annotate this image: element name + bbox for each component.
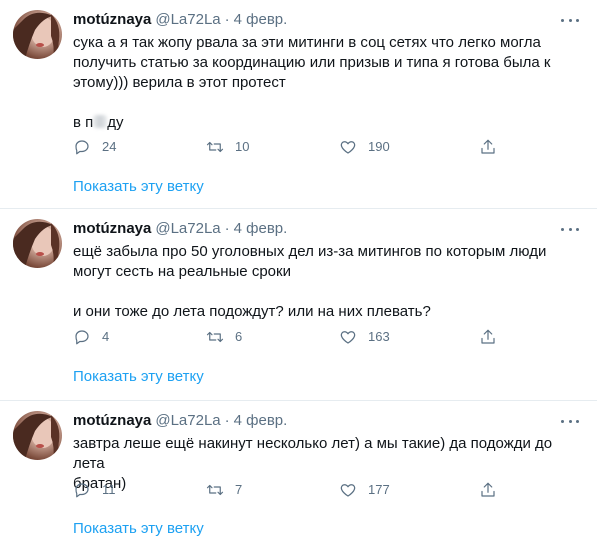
share-button[interactable] — [479, 327, 497, 347]
like-count: 190 — [368, 139, 390, 154]
share-button[interactable] — [479, 137, 497, 157]
show-thread-link[interactable]: Показать эту ветку — [73, 519, 204, 539]
show-thread-link[interactable]: Показать эту ветку — [73, 367, 204, 387]
tweet-header: motúznaya @La72La · 4 февр. — [73, 411, 287, 431]
tweet-text-line: могут сесть на реальные сроки — [73, 263, 291, 280]
retweet-count: 10 — [235, 139, 250, 154]
more-dots-icon[interactable] — [561, 221, 579, 237]
tweet[interactable]: motúznaya @La72La · 4 февр. завтра леше ещё… — [0, 401, 597, 544]
separator: · — [224, 412, 230, 429]
author-handle[interactable]: @La72La — [155, 220, 220, 237]
tweet-date[interactable]: 4 февр. — [234, 412, 288, 429]
share-icon — [481, 329, 495, 344]
tweet-header: motúznaya @La72La · 4 февр. — [73, 10, 287, 30]
tweet-text-line: получить статью за координацию или призы… — [73, 54, 551, 71]
avatar[interactable] — [13, 411, 62, 460]
tweet[interactable]: motúznaya @La72La · 4 февр. ещё забыла про … — [0, 209, 597, 401]
author-name[interactable]: motúznaya — [73, 412, 151, 429]
tweet-text: сука а я так жопу рвала за эти митинги в… — [73, 33, 573, 133]
like-button[interactable]: 163 — [339, 327, 390, 347]
avatar[interactable] — [13, 219, 62, 268]
show-thread-link[interactable]: Показать эту ветку — [73, 177, 204, 197]
heart-icon — [340, 141, 356, 154]
tweet[interactable]: motúznaya @La72La · 4 февр. сука а я так жо… — [0, 0, 597, 209]
tweet-text-line: ещё забыла про 50 уголовных дел из-за ми… — [73, 243, 547, 260]
tweet-text-line: сука а я так жопу рвала за эти митинги в… — [73, 34, 541, 51]
separator: · — [224, 11, 230, 28]
share-icon — [481, 139, 495, 154]
share-button[interactable] — [479, 480, 497, 500]
tweet-actions: 24 10 190 — [73, 137, 503, 157]
tweet-header: motúznaya @La72La · 4 февр. — [73, 219, 287, 239]
tweet-date[interactable]: 4 февр. — [234, 11, 288, 28]
share-icon — [481, 482, 495, 497]
reply-button[interactable]: 11 — [73, 480, 116, 500]
reply-button[interactable]: 4 — [73, 327, 109, 347]
author-handle[interactable]: @La72La — [155, 11, 220, 28]
like-count: 177 — [368, 482, 390, 497]
retweet-button[interactable]: 7 — [206, 480, 242, 500]
more-dots-icon[interactable] — [561, 12, 579, 28]
retweet-button[interactable]: 10 — [206, 137, 249, 157]
avatar[interactable] — [13, 10, 62, 59]
tweet-text-line: этому))) верила в этот протест — [73, 74, 286, 91]
reply-icon — [75, 330, 89, 345]
separator: · — [224, 220, 230, 237]
retweet-icon — [206, 141, 224, 153]
author-handle[interactable]: @La72La — [155, 412, 220, 429]
like-button[interactable]: 190 — [339, 137, 390, 157]
heart-icon — [340, 331, 356, 344]
tweet-text-line: в п ду — [73, 113, 573, 133]
tweet-date[interactable]: 4 февр. — [234, 220, 288, 237]
retweet-icon — [206, 484, 224, 496]
tweet-actions: 4 6 163 — [73, 327, 503, 347]
more-dots-icon[interactable] — [561, 413, 579, 429]
tweet-text-line: и они тоже до лета подождут? или на них … — [73, 303, 431, 320]
blurred-word — [93, 115, 108, 128]
tweet-text-fragment: в п — [73, 114, 94, 131]
reply-count: 11 — [102, 482, 116, 497]
retweet-count: 7 — [235, 482, 243, 497]
retweet-count: 6 — [235, 329, 243, 344]
retweet-button[interactable]: 6 — [206, 327, 242, 347]
reply-icon — [75, 140, 89, 155]
tweet-feed: motúznaya @La72La · 4 февр. сука а я так жо… — [0, 0, 597, 544]
retweet-icon — [206, 331, 224, 343]
heart-icon — [340, 484, 356, 497]
author-name[interactable]: motúznaya — [73, 220, 151, 237]
like-count: 163 — [368, 329, 390, 344]
reply-button[interactable]: 24 — [73, 137, 116, 157]
tweet-text-fragment: ду — [107, 114, 124, 131]
tweet-actions: 11 7 177 — [73, 480, 503, 500]
reply-icon — [75, 483, 89, 498]
reply-count: 4 — [102, 329, 110, 344]
reply-count: 24 — [102, 139, 117, 154]
tweet-text: ещё забыла про 50 уголовных дел из-за ми… — [73, 242, 573, 322]
like-button[interactable]: 177 — [339, 480, 390, 500]
tweet-text-line: завтра леше ещё накинут несколько лет) а… — [73, 435, 557, 472]
author-name[interactable]: motúznaya — [73, 11, 151, 28]
